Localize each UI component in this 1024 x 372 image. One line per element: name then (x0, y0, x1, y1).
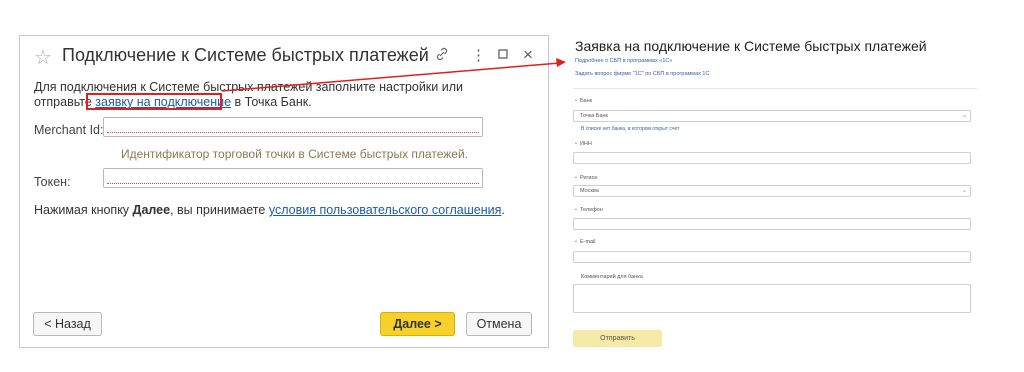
email-input[interactable] (573, 251, 971, 263)
region-select[interactable]: Москва ⌄ (573, 185, 971, 197)
bank-label: • Банк (575, 98, 592, 104)
required-mark: • (575, 207, 577, 213)
phone-label-text: Телефон (579, 207, 603, 213)
inn-label: • ИНН (575, 141, 592, 147)
submit-button[interactable]: Отправить (573, 330, 662, 347)
comment-label: Комментарий для банка (581, 274, 643, 280)
sbp-info-link[interactable]: Подробнее о СБП в программах «1С» (575, 58, 672, 64)
bank-value: Точка Банк (580, 113, 608, 119)
form-title: Заявка на подключение к Системе быстрых … (575, 38, 927, 54)
required-mark: • (575, 98, 577, 104)
required-mark: • (575, 141, 577, 147)
phone-label: • Телефон (575, 207, 603, 213)
required-mark: • (575, 239, 577, 245)
bank-not-listed-link[interactable]: В списке нет банка, в котором открыт сче… (581, 126, 679, 132)
bank-label-text: Банк (579, 98, 593, 104)
email-label-text: E-mail (579, 239, 596, 245)
required-mark: • (575, 175, 577, 181)
region-label: • Регион (575, 175, 598, 181)
region-label-text: Регион (579, 175, 598, 181)
comment-textarea[interactable] (573, 284, 971, 313)
bank-select[interactable]: Точка Банк ⌄ (573, 110, 971, 122)
ask-question-link[interactable]: Задать вопрос фирме "1С" по СБП в програ… (575, 71, 709, 77)
region-value: Москва (580, 188, 599, 194)
chevron-down-icon: ⌄ (961, 113, 967, 119)
phone-input[interactable] (573, 218, 971, 230)
inn-label-text: ИНН (579, 141, 592, 147)
inn-input[interactable] (573, 152, 971, 164)
email-label: • E-mail (575, 239, 596, 245)
chevron-down-icon: ⌄ (961, 188, 967, 194)
separator (573, 88, 977, 89)
